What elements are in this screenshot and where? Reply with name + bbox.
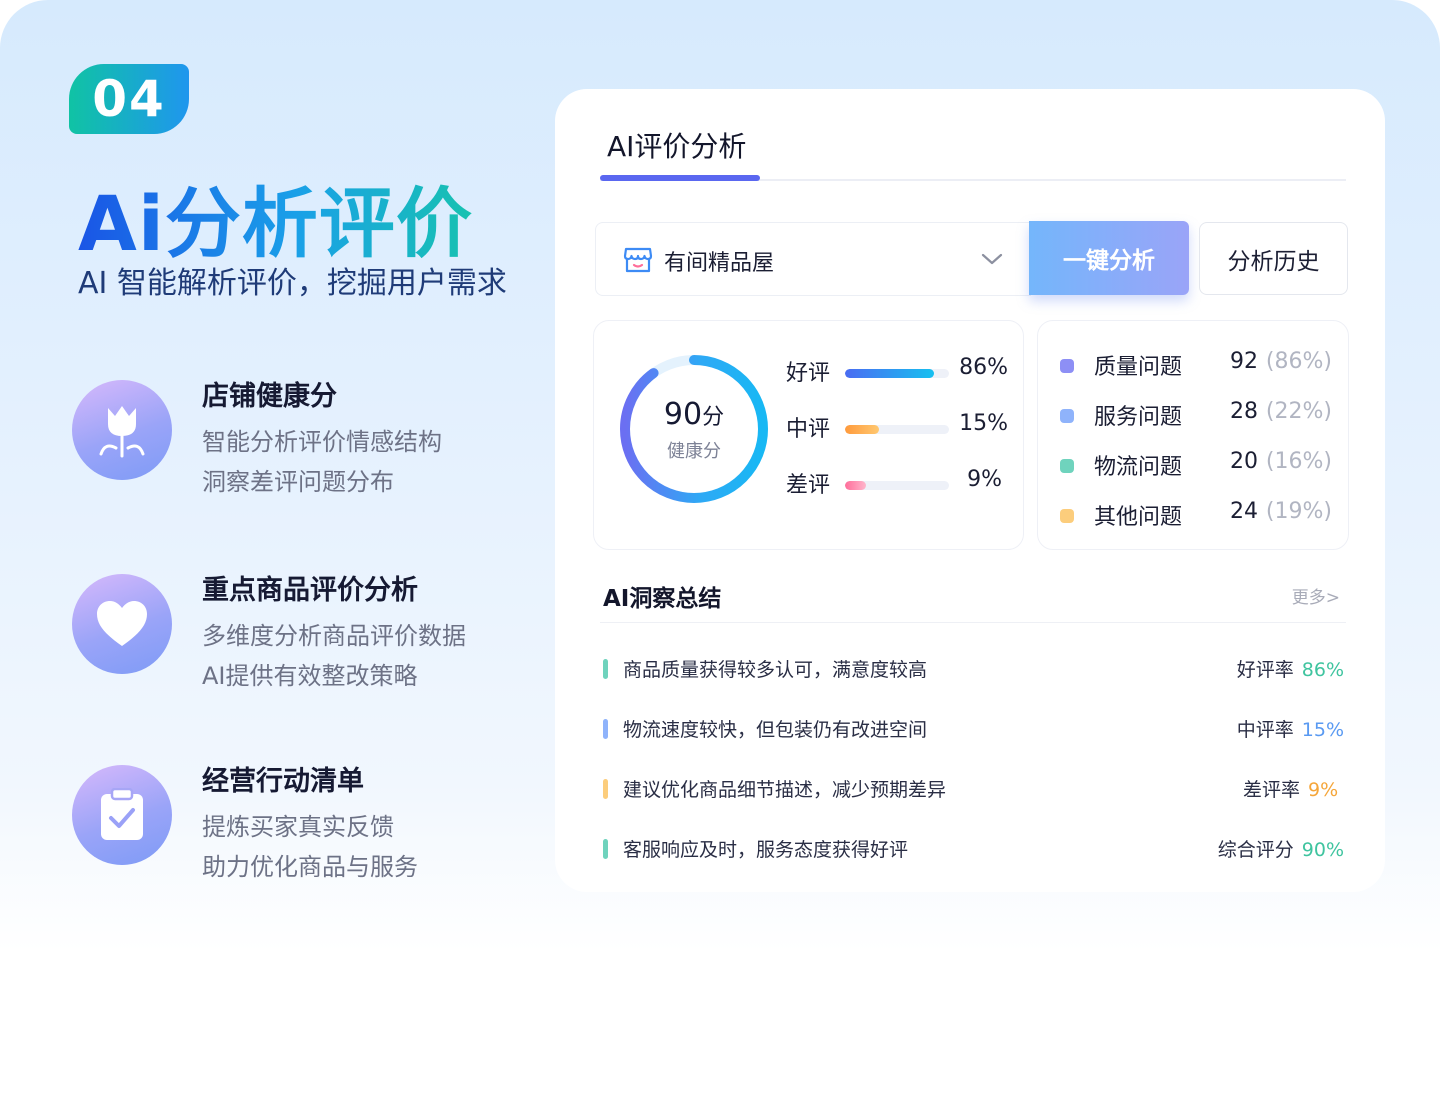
insight-metric-label: 综合评分 [1217, 839, 1294, 861]
issue-count: 20 [1230, 449, 1258, 474]
insight-metric-label: 差评率 [1242, 779, 1300, 801]
insight-item: 客服响应及时，服务态度获得好评 综合评分 90% [602, 833, 1344, 863]
issue-count: 92 [1230, 349, 1258, 374]
rating-row-positive: 好评 86% [786, 355, 1016, 387]
rating-label: 差评 [786, 473, 831, 498]
rating-bar-fill [845, 369, 935, 378]
health-score-label: 健康分 [667, 441, 721, 462]
feature-desc-line: 助力优化商品与服务 [202, 853, 418, 881]
insight-item: 物流速度较快，但包装仍有改进空间 中评率 15% [602, 713, 1344, 743]
feature-store-health: 店铺健康分 智能分析评价情感结构 洞察差评问题分布 [72, 380, 532, 500]
insight-metric-value: 90% [1301, 839, 1344, 861]
issue-percent: (16%) [1265, 449, 1332, 474]
issue-color-dot [1060, 359, 1074, 373]
rating-bar-fill [845, 481, 866, 490]
issue-row-other: 其他问题 24 (19%) [1060, 499, 1340, 531]
issue-row-logistics: 物流问题 20 (16%) [1060, 449, 1340, 481]
insight-metric: 综合评分 90% [1218, 835, 1344, 862]
tulip-icon [72, 380, 172, 480]
insight-metric-value: 9% [1308, 779, 1339, 801]
feature-product-review: 重点商品评价分析 多维度分析商品评价数据 AI提供有效整改策略 [72, 574, 532, 694]
issue-count: 28 [1230, 399, 1258, 424]
insight-text: 客服响应及时，服务态度获得好评 [623, 839, 909, 861]
rating-value: 15% [959, 411, 1008, 436]
issue-row-quality: 质量问题 92 (86%) [1060, 349, 1340, 381]
issue-color-dot [1060, 459, 1074, 473]
insight-more-link[interactable]: 更多> [1292, 583, 1340, 608]
insight-text: 建议优化商品细节描述，减少预期差异 [623, 779, 947, 801]
issue-color-dot [1060, 409, 1074, 423]
health-score-value: 90分 [618, 397, 770, 432]
issue-name: 其他问题 [1094, 505, 1183, 530]
insight-item: 建议优化商品细节描述，减少预期差异 差评率 9% [602, 773, 1344, 803]
rating-bar-track [845, 481, 949, 490]
insight-metric: 中评率 15% [1237, 715, 1344, 742]
tab-active-indicator [600, 175, 760, 181]
insight-color-bar [603, 719, 608, 739]
feature-title: 经营行动清单 [202, 766, 364, 797]
feature-action-list: 经营行动清单 提炼买家真实反馈 助力优化商品与服务 [72, 765, 532, 885]
feature-desc-line: AI提供有效整改策略 [202, 662, 418, 690]
health-score-panel: 90分 健康分 好评 86% 中评 15% 差评 9% [593, 320, 1024, 550]
analysis-history-button[interactable]: 分析历史 [1199, 222, 1348, 295]
rating-label: 中评 [786, 417, 831, 442]
section-number-badge: 04 [69, 64, 189, 134]
rating-row-negative: 差评 9% [786, 467, 1016, 499]
chevron-down-icon [981, 253, 1003, 265]
rating-bar-fill [845, 425, 880, 434]
store-icon [623, 247, 653, 273]
insight-title: AI洞察总结 [603, 586, 722, 612]
issue-percent: (86%) [1265, 349, 1332, 374]
insight-metric-value: 86% [1301, 659, 1344, 681]
hero-subtitle: AI 智能解析评价，挖掘用户需求 [78, 266, 507, 301]
rating-row-neutral: 中评 15% [786, 411, 1016, 443]
insight-color-bar [603, 779, 608, 799]
insight-text: 物流速度较快，但包装仍有改进空间 [623, 719, 928, 741]
insight-color-bar [603, 659, 608, 679]
page: 04 Ai分析评价 AI 智能解析评价，挖掘用户需求 店铺健康分 智能分析评价情… [0, 0, 1440, 1120]
rating-value: 9% [967, 467, 1002, 492]
feature-desc-line: 多维度分析商品评价数据 [202, 622, 466, 650]
issue-name: 质量问题 [1094, 355, 1183, 380]
issue-color-dot [1060, 509, 1074, 523]
shop-name: 有间精品屋 [664, 251, 775, 276]
issue-percent: (19%) [1265, 499, 1332, 524]
rating-label: 好评 [786, 361, 831, 386]
feature-title: 店铺健康分 [202, 381, 337, 412]
rating-value: 86% [959, 355, 1008, 380]
tab-ai-review-analysis[interactable]: AI评价分析 [607, 125, 746, 165]
issue-distribution-panel: 质量问题 92 (86%) 服务问题 28 (22%) 物流问题 20 (16%… [1037, 320, 1349, 550]
insight-header: AI洞察总结 更多> [600, 579, 1346, 623]
insight-metric: 好评率 86% [1237, 655, 1344, 682]
issue-count: 24 [1230, 499, 1258, 524]
shop-select[interactable]: 有间精品屋 [595, 222, 1031, 296]
feature-desc-line: 智能分析评价情感结构 [202, 428, 442, 456]
ai-review-card: AI评价分析 有间精品屋 一键分析 分析历史 90分 健康分 好评 86% 中评… [555, 89, 1385, 892]
feature-desc-line: 提炼买家真实反馈 [202, 813, 394, 841]
issue-percent: (22%) [1265, 399, 1332, 424]
insight-metric-label: 中评率 [1236, 719, 1294, 741]
insight-item: 商品质量获得较多认可，满意度较高 好评率 86% [602, 653, 1344, 683]
insight-color-bar [603, 839, 608, 859]
health-score-unit: 分 [702, 405, 725, 430]
issue-row-service: 服务问题 28 (22%) [1060, 399, 1340, 431]
issue-name: 服务问题 [1094, 405, 1183, 430]
insight-metric-label: 好评率 [1236, 659, 1294, 681]
heart-icon [72, 574, 172, 674]
tab-bar: AI评价分析 [600, 123, 1346, 181]
issue-name: 物流问题 [1094, 455, 1183, 480]
feature-desc-line: 洞察差评问题分布 [202, 468, 394, 496]
hero-title: Ai分析评价 [78, 162, 473, 272]
insight-metric-value: 15% [1301, 719, 1344, 741]
rating-bar-track [845, 369, 949, 378]
health-score-number: 90 [663, 397, 703, 432]
insight-metric: 差评率 9% [1243, 775, 1344, 802]
one-click-analyze-button[interactable]: 一键分析 [1029, 221, 1189, 295]
rating-bar-track [845, 425, 949, 434]
clipboard-check-icon [72, 765, 172, 865]
feature-title: 重点商品评价分析 [202, 575, 418, 606]
insight-text: 商品质量获得较多认可，满意度较高 [623, 659, 928, 681]
